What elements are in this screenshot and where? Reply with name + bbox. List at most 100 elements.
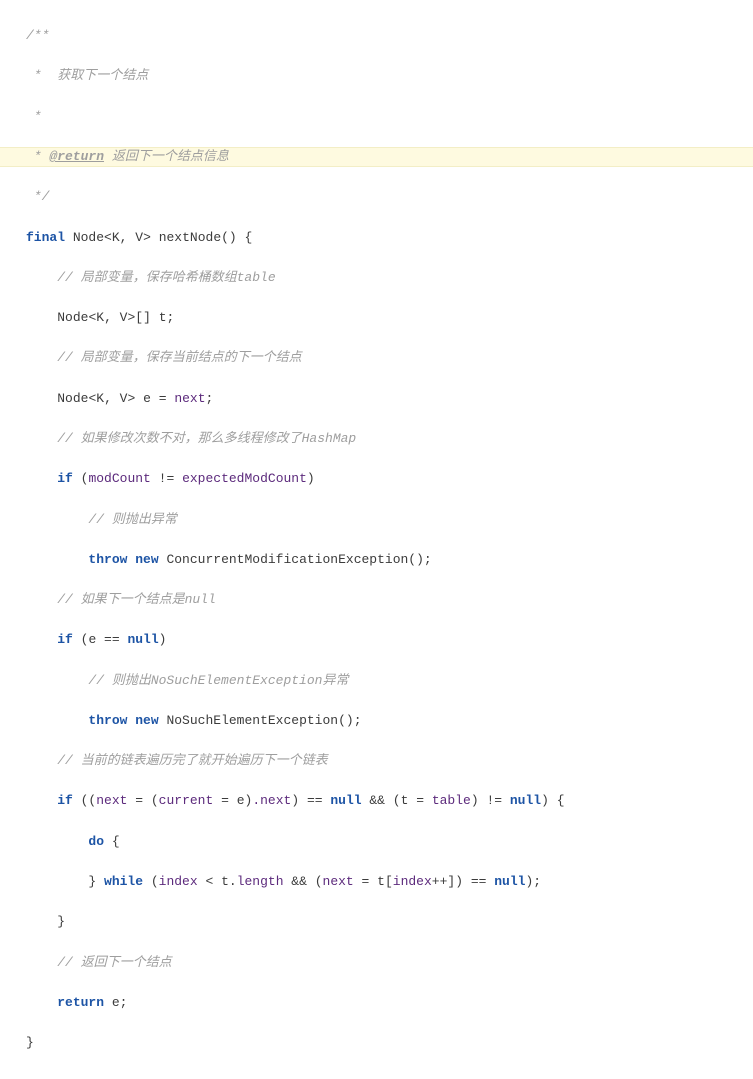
kw-null: null xyxy=(120,632,159,647)
class-nse: NoSuchElementException xyxy=(159,713,338,728)
type-node: Node xyxy=(73,230,104,245)
if-modcount: if (modCount != expectedModCount) xyxy=(26,469,753,489)
paren-open: ( xyxy=(73,471,89,486)
kw-while: while xyxy=(104,874,143,889)
paren-close: ) xyxy=(307,471,315,486)
do-line: do { xyxy=(26,832,753,852)
op-assign: = xyxy=(127,793,150,808)
op-assign: = xyxy=(159,391,167,406)
tail-parens: (); xyxy=(408,552,431,567)
op-eqeq: == xyxy=(299,793,330,808)
method-brace-close: } xyxy=(26,1035,34,1050)
brace-open: { xyxy=(104,834,120,849)
field-next: next xyxy=(167,391,206,406)
field-modcount: modCount xyxy=(88,471,150,486)
var-t: t xyxy=(401,793,417,808)
kw-if: if xyxy=(57,632,73,647)
code-block: /** * 获取下一个结点 * * @return 返回下一个结点信息 */ f… xyxy=(0,0,753,1079)
var-e: e xyxy=(135,391,158,406)
op-and: && xyxy=(284,874,315,889)
kw-throw: throw xyxy=(88,552,127,567)
doc-return-prefix: * xyxy=(26,149,49,164)
doc-line-1: * 获取下一个结点 xyxy=(26,68,148,83)
bracket-open: [ xyxy=(385,874,393,889)
return-line: return e; xyxy=(26,993,753,1013)
type-k: K xyxy=(96,391,104,406)
doc-return-line: * @return 返回下一个结点信息 xyxy=(0,147,753,167)
class-cme: ConcurrentModificationException xyxy=(159,552,409,567)
decl-t: Node<K, V>[] t; xyxy=(26,308,753,328)
op-inc: ++ xyxy=(432,874,448,889)
method-signature: final Node<K, V> nextNode() { xyxy=(26,228,753,248)
op-assign: = xyxy=(416,793,432,808)
angle-open: < xyxy=(104,230,112,245)
paren-close: ) xyxy=(471,793,479,808)
semicolon: ; xyxy=(206,391,214,406)
kw-null: null xyxy=(494,874,525,889)
field-index: index xyxy=(159,874,198,889)
paren-close: ); xyxy=(525,874,541,889)
paren-close: ) xyxy=(541,793,549,808)
op-neq: != xyxy=(479,793,510,808)
comment-modcount: // 如果修改次数不对，那么多线程修改了HashMap xyxy=(57,431,356,446)
field-index: index xyxy=(393,874,432,889)
kw-do: do xyxy=(88,834,104,849)
comment-throw-nse: // 则抛出NoSuchElementException异常 xyxy=(88,673,348,688)
op-assign: = xyxy=(354,874,377,889)
throw-nse: throw new NoSuchElementException(); xyxy=(26,711,753,731)
kw-throw: throw xyxy=(88,713,127,728)
decl-e: Node<K, V> e = next; xyxy=(26,389,753,409)
comma: , xyxy=(104,391,120,406)
if-e-null: if (e == null) xyxy=(26,630,753,650)
kw-final: final xyxy=(26,230,65,245)
op-eqeq: == xyxy=(104,632,120,647)
comment-throw-cme: // 则抛出异常 xyxy=(88,512,176,527)
field-dotnext: .next xyxy=(252,793,291,808)
paren-close: ) xyxy=(455,874,463,889)
kw-null: null xyxy=(330,793,361,808)
kw-return: return xyxy=(57,995,104,1010)
paren-open: ( xyxy=(73,632,89,647)
doc-close: */ xyxy=(26,189,49,204)
brace-open: { xyxy=(237,230,253,245)
comment-localvar-e: // 局部变量，保存当前结点的下一个结点 xyxy=(57,350,301,365)
doc-line-2: * xyxy=(26,109,42,124)
doc-return-text: 返回下一个结点信息 xyxy=(104,149,229,164)
field-expectedmodcount: expectedModCount xyxy=(182,471,307,486)
var-t-dot: t. xyxy=(221,874,237,889)
brace-close: } xyxy=(57,914,65,929)
while-line: } while (index < t.length && (next = t[i… xyxy=(26,872,753,892)
op-lt: < xyxy=(198,874,221,889)
type-k: K xyxy=(112,230,120,245)
op-eqeq: == xyxy=(463,874,494,889)
brace-close: } xyxy=(88,874,104,889)
bracket-close: ] xyxy=(447,874,455,889)
field-table: table xyxy=(432,793,471,808)
doc-return-tag: @return xyxy=(49,149,104,164)
comma: , xyxy=(120,230,136,245)
paren-open: ( xyxy=(151,793,159,808)
comment-return: // 返回下一个结点 xyxy=(57,955,171,970)
method-name: nextNode xyxy=(151,230,221,245)
paren-close: ) xyxy=(245,793,253,808)
angle-close: > xyxy=(143,230,151,245)
op-and: && xyxy=(362,793,393,808)
doc-open: /** xyxy=(26,28,49,43)
kw-null: null xyxy=(510,793,541,808)
kw-new: new xyxy=(127,552,158,567)
if-next-assign: if ((next = (current = e).next) == null … xyxy=(26,791,753,811)
op-assign: = xyxy=(213,793,236,808)
comment-current-list: // 当前的链表遍历完了就开始遍历下一个链表 xyxy=(57,753,327,768)
var-e: e xyxy=(104,995,120,1010)
type-k: K xyxy=(96,310,104,325)
paren-open: ( xyxy=(393,793,401,808)
kw-if: if xyxy=(57,471,73,486)
paren-open: ( xyxy=(143,874,159,889)
op-neq: != xyxy=(151,471,182,486)
paren-close: ) xyxy=(159,632,167,647)
type-v: V xyxy=(135,230,143,245)
field-next: next xyxy=(96,793,127,808)
comment-localvar-t: // 局部变量，保存哈希桶数组table xyxy=(57,270,275,285)
paren-open: ( xyxy=(315,874,323,889)
tail-parens: (); xyxy=(338,713,361,728)
